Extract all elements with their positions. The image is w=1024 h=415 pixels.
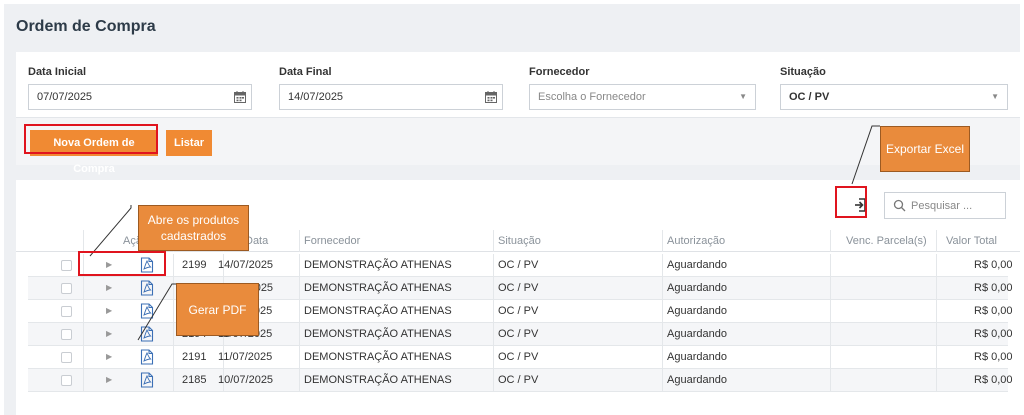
pdf-icon[interactable] bbox=[140, 280, 154, 296]
table-row[interactable]: ▶ 2191 11/07/2025 DEMONSTRAÇÃO ATHENAS O… bbox=[28, 346, 1013, 369]
cell-autorizacao: Aguardando bbox=[667, 259, 727, 271]
cell-valor: R$ 0,00 bbox=[974, 374, 1013, 386]
table-row[interactable]: ▶ 2199 14/07/2025 DEMONSTRAÇÃO ATHENAS O… bbox=[28, 254, 1013, 277]
situacao-select[interactable]: OC / PV ▼ bbox=[780, 84, 1008, 110]
callout-abre-produtos: Abre os produtos cadastrados bbox=[138, 205, 249, 251]
pdf-icon[interactable] bbox=[140, 326, 154, 342]
header-situacao[interactable]: Situação bbox=[498, 235, 541, 247]
cell-valor: R$ 0,00 bbox=[974, 282, 1013, 294]
expand-icon[interactable]: ▶ bbox=[106, 375, 112, 384]
row-checkbox[interactable] bbox=[61, 352, 72, 363]
cell-fornecedor: DEMONSTRAÇÃO ATHENAS bbox=[304, 328, 452, 340]
expand-icon[interactable]: ▶ bbox=[106, 352, 112, 361]
data-final-label: Data Final bbox=[279, 66, 332, 78]
cell-numero: 2199 bbox=[182, 259, 207, 271]
cell-fornecedor: DEMONSTRAÇÃO ATHENAS bbox=[304, 282, 452, 294]
header-valor-total[interactable]: Valor Total bbox=[946, 235, 997, 247]
fornecedor-label: Fornecedor bbox=[529, 66, 590, 78]
fornecedor-placeholder: Escolha o Fornecedor bbox=[538, 91, 646, 103]
cell-data: 11/07/2025 bbox=[218, 351, 273, 363]
callout-exportar-excel: Exportar Excel bbox=[880, 126, 970, 172]
search-placeholder: Pesquisar ... bbox=[911, 200, 973, 212]
cell-valor: R$ 0,00 bbox=[974, 351, 1013, 363]
pdf-icon[interactable] bbox=[140, 303, 154, 319]
cell-valor: R$ 0,00 bbox=[974, 328, 1013, 340]
header-venc-parcelas[interactable]: Venc. Parcela(s) bbox=[846, 235, 927, 247]
page-title: Ordem de Compra bbox=[16, 18, 156, 35]
cell-autorizacao: Aguardando bbox=[667, 328, 727, 340]
row-checkbox[interactable] bbox=[61, 375, 72, 386]
cell-situacao: OC / PV bbox=[498, 282, 539, 294]
situacao-label: Situação bbox=[780, 66, 826, 78]
chevron-down-icon: ▼ bbox=[739, 92, 747, 101]
table-row[interactable]: ▶ 2197 11/07/2025 DEMONSTRAÇÃO ATHENAS O… bbox=[28, 300, 1013, 323]
cell-fornecedor: DEMONSTRAÇÃO ATHENAS bbox=[304, 351, 452, 363]
data-inicial-field[interactable]: 07/07/2025 bbox=[28, 84, 252, 110]
expand-icon[interactable]: ▶ bbox=[106, 306, 112, 315]
calendar-icon[interactable] bbox=[484, 90, 498, 104]
listar-button[interactable]: Listar bbox=[166, 130, 212, 156]
cell-fornecedor: DEMONSTRAÇÃO ATHENAS bbox=[304, 374, 452, 386]
chevron-down-icon: ▼ bbox=[991, 92, 999, 101]
cell-situacao: OC / PV bbox=[498, 374, 539, 386]
cell-autorizacao: Aguardando bbox=[667, 282, 727, 294]
cell-data: 10/07/2025 bbox=[218, 374, 274, 386]
search-icon bbox=[893, 199, 906, 212]
fornecedor-select[interactable]: Escolha o Fornecedor ▼ bbox=[529, 84, 756, 110]
cell-autorizacao: Aguardando bbox=[667, 374, 727, 386]
cell-autorizacao: Aguardando bbox=[667, 351, 727, 363]
pdf-icon[interactable] bbox=[140, 349, 154, 365]
table-row[interactable]: ▶ 2185 10/07/2025 DEMONSTRAÇÃO ATHENAS O… bbox=[28, 369, 1013, 392]
cell-fornecedor: DEMONSTRAÇÃO ATHENAS bbox=[304, 305, 452, 317]
table-row[interactable]: ▶ 2198 14/07/2025 DEMONSTRAÇÃO ATHENAS O… bbox=[28, 277, 1013, 300]
data-final-value: 14/07/2025 bbox=[288, 91, 344, 103]
cell-situacao: OC / PV bbox=[498, 328, 539, 340]
situacao-value: OC / PV bbox=[789, 91, 830, 103]
callout-gerar-pdf: Gerar PDF bbox=[176, 283, 259, 336]
cell-valor: R$ 0,00 bbox=[974, 259, 1013, 271]
cell-situacao: OC / PV bbox=[498, 351, 539, 363]
cell-situacao: OC / PV bbox=[498, 259, 539, 271]
row-checkbox[interactable] bbox=[61, 329, 72, 340]
data-inicial-label: Data Inicial bbox=[28, 66, 87, 78]
calendar-icon[interactable] bbox=[233, 90, 247, 104]
cell-fornecedor: DEMONSTRAÇÃO ATHENAS bbox=[304, 259, 452, 271]
row-checkbox[interactable] bbox=[61, 283, 72, 294]
expand-icon[interactable]: ▶ bbox=[106, 283, 112, 292]
table-row[interactable]: ▶ 2194 11/07/2025 DEMONSTRAÇÃO ATHENAS O… bbox=[28, 323, 1013, 346]
cell-numero: 2191 bbox=[182, 351, 207, 363]
pdf-icon[interactable] bbox=[140, 372, 154, 388]
cell-numero: 2185 bbox=[182, 374, 207, 386]
cell-situacao: OC / PV bbox=[498, 305, 539, 317]
cell-data: 14/07/2025 bbox=[218, 259, 274, 271]
data-inicial-value: 07/07/2025 bbox=[37, 91, 93, 103]
cell-autorizacao: Aguardando bbox=[667, 305, 727, 317]
highlight-first-row-actions bbox=[78, 251, 166, 276]
highlight-export bbox=[835, 186, 867, 218]
header-autorizacao[interactable]: Autorização bbox=[667, 235, 725, 247]
filter-panel: Data Inicial 07/07/2025 Data Final 14/07… bbox=[16, 52, 1020, 118]
search-input[interactable]: Pesquisar ... bbox=[884, 192, 1006, 219]
highlight-nova-ordem bbox=[24, 124, 158, 154]
row-checkbox[interactable] bbox=[61, 306, 72, 317]
action-bar: Nova Ordem de Compra Listar bbox=[16, 118, 1020, 175]
expand-icon[interactable]: ▶ bbox=[106, 329, 112, 338]
data-final-field[interactable]: 14/07/2025 bbox=[279, 84, 503, 110]
header-fornecedor[interactable]: Fornecedor bbox=[304, 235, 360, 247]
cell-valor: R$ 0,00 bbox=[974, 305, 1013, 317]
row-checkbox[interactable] bbox=[61, 260, 72, 271]
